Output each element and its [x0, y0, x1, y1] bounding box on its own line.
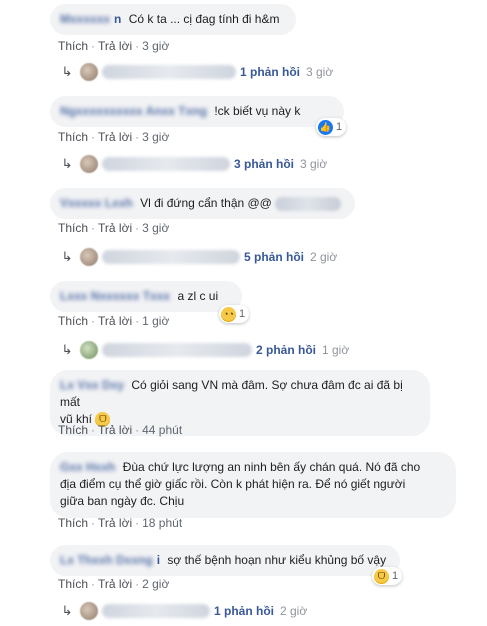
comment-actions: Thích · Trả lời · 1 giờ — [58, 314, 170, 328]
reply-time: 1 giờ — [322, 343, 350, 357]
comment-text-line-1: Đùa chứ lực lượng an ninh bên ấy chán qu… — [122, 460, 421, 474]
reply-arrow-icon: ↳ — [61, 342, 73, 357]
like-link[interactable]: Thích — [58, 221, 88, 235]
avatar — [80, 602, 98, 620]
replier-name-blurred — [102, 65, 236, 79]
comment-text: a zl c ui — [177, 289, 219, 303]
author-name-blurred[interactable]: Gxx Hxxh — [60, 460, 115, 474]
comment-bubble: Mxxxxxx n Có k ta ... cị đag tính đi h&m — [50, 4, 296, 35]
laughing-emoji-icon: ᗜ — [374, 568, 389, 584]
like-link[interactable]: Thích — [58, 39, 88, 53]
reply-link[interactable]: Trả lời — [98, 577, 132, 591]
comment-actions: Thích · Trả lời · 3 giờ — [58, 39, 170, 53]
comment-time[interactable]: 2 giờ — [142, 577, 169, 591]
comment-time[interactable]: 44 phút — [142, 423, 182, 437]
sad-emoji-icon: ◔◔ — [221, 306, 236, 322]
reply-link[interactable]: Trả lời — [98, 516, 132, 530]
avatar — [80, 248, 98, 266]
avatar — [80, 341, 98, 359]
comment-bubble: Lx Thxxh Dxxng i sợ thế bệnh hoạn như kiể… — [50, 545, 400, 576]
comment: Ngxxxxxxxxxx Anxx Txng !ck biết vụ này k… — [50, 96, 347, 136]
comment-text-line-2: địa điểm cụ thể giờ giấc rồi. Còn k phát… — [60, 477, 406, 491]
reply-summary[interactable]: ↳ 2 phản hồi 1 giờ — [60, 341, 349, 359]
like-link[interactable]: Thích — [58, 516, 88, 530]
reply-summary[interactable]: ↳ 1 phản hồi 2 giờ — [60, 602, 307, 620]
comment: Mxxxxxx n Có k ta ... cị đag tính đi h&m — [50, 4, 296, 35]
reply-time: 2 giờ — [280, 604, 308, 618]
comment-actions: Thích · Trả lời · 3 giờ — [58, 130, 170, 144]
reaction-count: 1 — [239, 308, 246, 320]
comment-bubble: Gxx Hxxh Đùa chứ lực lượng an ninh bên ấ… — [50, 452, 456, 518]
comment: Gxx Hxxh Đùa chứ lực lượng an ninh bên ấ… — [50, 452, 456, 518]
avatar — [80, 155, 98, 173]
comment-time[interactable]: 3 giờ — [142, 130, 169, 144]
author-name-blurred[interactable]: Mxxxxxx — [60, 12, 110, 26]
reply-count[interactable]: 3 phản hồi — [234, 157, 294, 171]
comment-actions: Thích · Trả lời · 3 giờ — [58, 221, 170, 235]
like-link[interactable]: Thích — [58, 423, 88, 437]
reply-arrow-icon: ↳ — [61, 64, 73, 79]
like-link[interactable]: Thích — [58, 314, 88, 328]
comment-time[interactable]: 3 giờ — [142, 221, 169, 235]
comment-actions: Thích · Trả lời · 2 giờ — [58, 577, 170, 591]
reply-link[interactable]: Trả lời — [98, 221, 132, 235]
reply-link[interactable]: Trả lời — [98, 314, 132, 328]
reply-count[interactable]: 1 phản hồi — [240, 65, 300, 79]
comment-bubble: Vxxxxx Lxxh Vl đi đứng cẩn thận @@ — [50, 188, 355, 219]
reply-link[interactable]: Trả lời — [98, 130, 132, 144]
comment-text-line-3: giữa ban ngày đc. Chịu — [60, 494, 185, 508]
comment-text: sợ thế bệnh hoạn như kiểu khủng bố vậy — [167, 553, 387, 567]
author-name-tail[interactable]: i — [157, 553, 160, 567]
reaction-badge[interactable]: 👍 1 — [316, 118, 347, 136]
reply-link[interactable]: Trả lời — [98, 423, 132, 437]
replier-name-blurred — [102, 250, 240, 264]
comment: Lxxx Nxxxxxx Txxx a zl c ui ◔◔ 1 — [50, 281, 250, 323]
reply-arrow-icon: ↳ — [61, 603, 73, 618]
like-link[interactable]: Thích — [58, 130, 88, 144]
reply-summary[interactable]: ↳ 3 phản hồi 3 giờ — [60, 155, 327, 173]
author-name-blurred[interactable]: Lxxx Nxxxxxx Txxx — [60, 289, 170, 303]
replier-name-blurred — [102, 604, 210, 618]
reply-arrow-icon: ↳ — [61, 156, 73, 171]
author-name-blurred[interactable]: Ngxxxxxxxxxx Anxx Txng — [60, 104, 207, 118]
comment-text: Có k ta ... cị đag tính đi h&m — [128, 12, 280, 26]
reply-summary[interactable]: ↳ 1 phản hồi 3 giờ — [60, 63, 333, 81]
reply-time: 2 giờ — [310, 250, 338, 264]
mention-blurred[interactable] — [275, 196, 342, 211]
comment-text: !ck biết vụ này k — [214, 104, 301, 118]
replier-name-blurred — [102, 343, 252, 357]
comment-time[interactable]: 1 giờ — [142, 314, 169, 328]
author-name-blurred[interactable]: Lx Vxx Dxy — [60, 378, 124, 392]
reply-summary[interactable]: ↳ 5 phản hồi 2 giờ — [60, 248, 337, 266]
reaction-count: 1 — [336, 121, 343, 133]
comment-bubble: Lxxx Nxxxxxx Txxx a zl c ui — [50, 281, 242, 312]
reply-count[interactable]: 2 phản hồi — [256, 343, 316, 357]
author-name-blurred[interactable]: Vxxxxx Lxxh — [60, 196, 133, 210]
author-name-tail[interactable]: n — [114, 12, 121, 26]
reply-link[interactable]: Trả lời — [98, 39, 132, 53]
reply-arrow-icon: ↳ — [61, 249, 73, 264]
comment-time[interactable]: 3 giờ — [142, 39, 169, 53]
comment-text: Vl đi đứng cẩn thận @@ — [140, 196, 272, 210]
comment-thread: Mxxxxxx n Có k ta ... cị đag tính đi h&m … — [0, 0, 487, 626]
comment-actions: Thích · Trả lời · 18 phút — [58, 516, 183, 530]
comment-actions: Thích · Trả lời · 44 phút — [58, 423, 183, 437]
comment: Vxxxxx Lxxh Vl đi đứng cẩn thận @@ — [50, 188, 355, 219]
reply-time: 3 giờ — [306, 65, 334, 79]
avatar — [80, 63, 98, 81]
author-name-blurred[interactable]: Lx Thxxh Dxxng — [60, 553, 153, 567]
reaction-badge[interactable]: ᗜ 1 — [372, 567, 403, 585]
comment-bubble: Ngxxxxxxxxxx Anxx Txng !ck biết vụ này k — [50, 96, 344, 127]
like-icon: 👍 — [318, 119, 333, 135]
reply-count[interactable]: 5 phản hồi — [244, 250, 304, 264]
comment-time[interactable]: 18 phút — [142, 516, 182, 530]
reaction-count: 1 — [392, 570, 399, 582]
reaction-badge[interactable]: ◔◔ 1 — [219, 305, 250, 323]
like-link[interactable]: Thích — [58, 577, 88, 591]
reply-count[interactable]: 1 phản hồi — [214, 604, 274, 618]
comment: Lx Thxxh Dxxng i sợ thế bệnh hoạn như kiể… — [50, 545, 403, 585]
reply-time: 3 giờ — [300, 157, 328, 171]
replier-name-blurred — [102, 157, 230, 171]
